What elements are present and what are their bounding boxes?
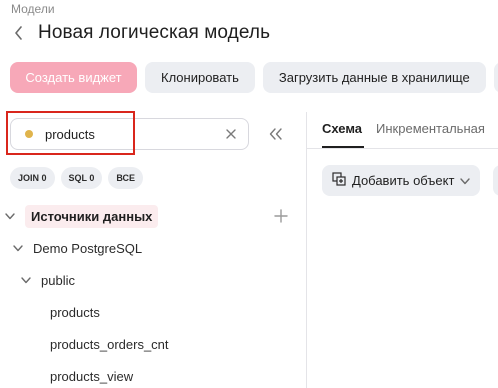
create-widget-button[interactable]: Создать виджет (10, 62, 137, 93)
tree-item-label: products_view (50, 368, 134, 384)
filter-join[interactable]: JOIN 0 (10, 167, 55, 189)
load-to-storage-button[interactable]: Загрузить данные в хранилище (262, 62, 486, 93)
more-actions-button[interactable] (493, 165, 498, 196)
sources-panel: products JOIN 0 SQL 0 ВСЕ Источники данн… (0, 111, 306, 388)
clone-button[interactable]: Клонировать (145, 62, 255, 93)
tabs-divider (307, 148, 498, 149)
tree-root[interactable]: Источники данных (0, 200, 306, 232)
breadcrumb[interactable]: Модели (11, 2, 55, 16)
collapse-panel-icon[interactable] (264, 124, 288, 144)
model-editor-panel: Схема Инкрементальная Добавить объект (307, 112, 498, 388)
tree-item-products-view[interactable]: products_view (0, 360, 306, 388)
chevron-down-icon[interactable] (13, 243, 23, 253)
filter-all[interactable]: ВСЕ (108, 167, 144, 189)
tree-connection[interactable]: Demo PostgreSQL (0, 232, 306, 264)
title-row: Новая логическая модель (14, 22, 270, 44)
tree-item-products-orders-cnt[interactable]: products_orders_cnt (0, 328, 306, 360)
search-input[interactable]: products (10, 118, 249, 150)
tree-root-label: Источники данных (25, 204, 159, 228)
tab-incremental[interactable]: Инкрементальная (376, 112, 485, 144)
chevron-down-icon[interactable] (5, 211, 15, 221)
add-object-label: Добавить объект (352, 173, 455, 188)
add-object-button[interactable]: Добавить объект (322, 165, 481, 196)
tree-item-label: products_orders_cnt (50, 336, 169, 352)
back-arrow-icon[interactable] (14, 22, 30, 44)
tree-item-label: products (50, 304, 100, 320)
page-title: Новая логическая модель (38, 22, 271, 43)
toolbar: Создать виджет Клонировать Загрузить дан… (10, 62, 498, 93)
sources-tree: Источники данных Demo PostgreSQL public … (0, 200, 306, 388)
more-toolbar-button[interactable] (493, 62, 498, 93)
chevron-down-icon (460, 173, 471, 188)
tree-schema[interactable]: public (0, 264, 306, 296)
tab-schema[interactable]: Схема (322, 112, 362, 144)
add-object-icon (332, 172, 346, 189)
tree-schema-label: public (41, 272, 75, 288)
filter-sql[interactable]: SQL 0 (60, 167, 103, 189)
editor-tabs: Схема Инкрементальная (322, 112, 485, 148)
search-input-value[interactable]: products (45, 127, 224, 142)
add-source-icon[interactable] (274, 209, 288, 223)
tree-connection-label: Demo PostgreSQL (33, 240, 143, 256)
clear-search-icon[interactable] (224, 127, 238, 141)
search-status-dot (25, 130, 33, 138)
chevron-down-icon[interactable] (21, 275, 31, 285)
tree-item-products[interactable]: products (0, 296, 306, 328)
filter-tags: JOIN 0 SQL 0 ВСЕ (10, 167, 144, 189)
